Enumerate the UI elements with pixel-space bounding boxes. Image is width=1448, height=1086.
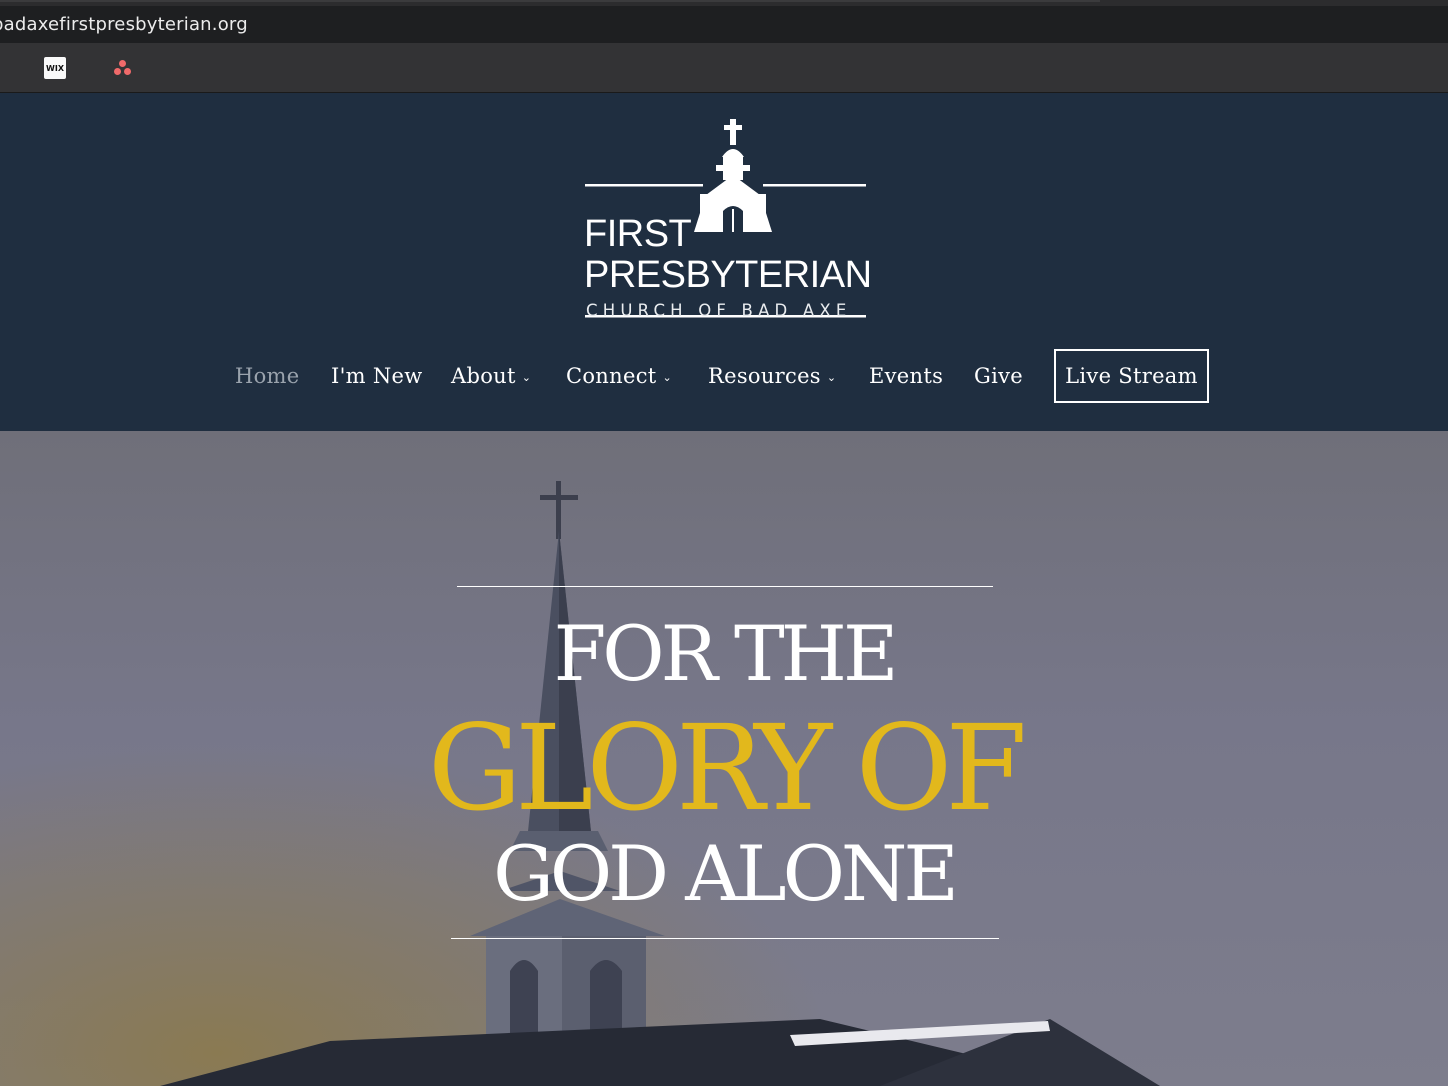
- tab-indicator: [0, 0, 1100, 2]
- logo-church-text: CHURCH OF BAD AXE: [586, 301, 852, 320]
- nav-events-label: Events: [869, 364, 944, 388]
- hero-section: FOR THE GLORY OF GOD ALONE: [0, 431, 1448, 1086]
- chevron-down-icon: ⌄: [521, 371, 532, 384]
- main-nav: Home I'm New About ⌄ Connect ⌄ Resources ⌄ …: [0, 348, 1448, 406]
- nav-give[interactable]: Give: [974, 364, 1023, 388]
- nav-resources-label: Resources: [708, 364, 821, 388]
- nav-events[interactable]: Events: [869, 364, 943, 388]
- hero-bottom-rule: [451, 938, 999, 939]
- chevron-down-icon: ⌄: [662, 371, 673, 384]
- nav-im-new-label: I'm New: [331, 364, 423, 388]
- nav-im-new[interactable]: I'm New: [331, 364, 423, 388]
- nav-resources[interactable]: Resources ⌄: [708, 364, 836, 388]
- nav-connect-label: Connect: [566, 364, 657, 388]
- url-text[interactable]: badaxefirstpresbyterian.org: [0, 14, 248, 35]
- church-logo[interactable]: FIRST PRESBYTERIAN CHURCH OF BAD AXE: [578, 113, 878, 323]
- logo-first-text: FIRST: [584, 213, 692, 255]
- nav-give-label: Give: [974, 364, 1023, 388]
- hero-line-1: FOR THE: [553, 609, 899, 698]
- hero-top-rule: [457, 586, 993, 587]
- asana-icon[interactable]: [111, 58, 135, 80]
- nav-about-label: About: [451, 364, 516, 388]
- chevron-down-icon: ⌄: [826, 371, 837, 384]
- site-header: FIRST PRESBYTERIAN CHURCH OF BAD AXE Hom…: [0, 93, 1448, 431]
- address-bar[interactable]: badaxefirstpresbyterian.org: [0, 6, 1448, 43]
- nav-connect[interactable]: Connect ⌄: [566, 364, 672, 388]
- bookmarks-bar: WIX: [0, 43, 1448, 93]
- live-stream-button[interactable]: Live Stream: [1054, 349, 1209, 403]
- hero-line-2: GLORY OF: [427, 699, 1028, 837]
- wix-icon[interactable]: WIX: [44, 57, 66, 79]
- nav-about[interactable]: About ⌄: [451, 364, 531, 388]
- nav-home[interactable]: Home: [235, 364, 300, 388]
- logo-presbyterian-text: PRESBYTERIAN: [584, 254, 872, 296]
- hero-line-3: GOD ALONE: [493, 829, 959, 918]
- nav-home-label: Home: [235, 364, 300, 388]
